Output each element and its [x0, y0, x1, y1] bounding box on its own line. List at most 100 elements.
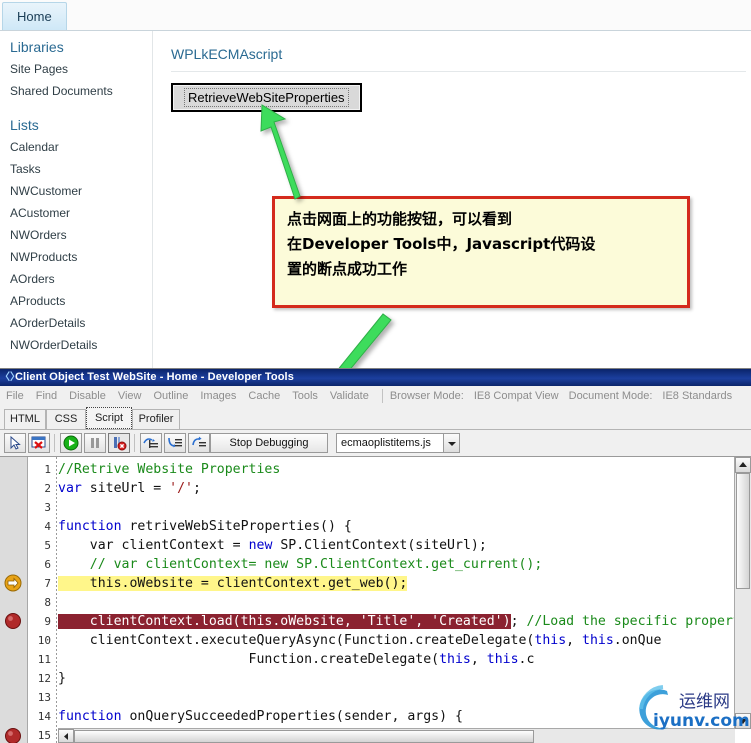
line-number: 1	[44, 463, 51, 476]
code-token: function	[58, 709, 122, 724]
code-token: var	[58, 481, 82, 496]
sidebar-item-nwproducts[interactable]: NWProducts	[0, 247, 152, 269]
retrieve-website-properties-button[interactable]: RetrieveWebSiteProperties	[171, 83, 362, 112]
sidebar-item-aproducts[interactable]: AProducts	[0, 291, 152, 313]
sidebar-item-tasks[interactable]: Tasks	[0, 159, 152, 181]
code-token: function	[58, 519, 122, 534]
stop-debugging-button[interactable]: Stop Debugging	[210, 433, 328, 453]
devtools-toolbar: Stop Debugging ecmaoplistitems.js	[0, 429, 751, 456]
line-number: 2	[44, 482, 51, 495]
sidebar-item-acustomer[interactable]: ACustomer	[0, 203, 152, 225]
menu-find[interactable]: Find	[30, 386, 63, 407]
code-line[interactable]: }	[58, 669, 66, 688]
step-out-button[interactable]	[188, 433, 210, 453]
tab-html[interactable]: HTML	[4, 409, 46, 429]
devtools-tabstrip: HTML CSS Script Profiler	[0, 407, 751, 429]
code-line[interactable]: this.oWebsite = clientContext.get_web();	[58, 574, 408, 593]
sidebar-item-site-pages[interactable]: Site Pages	[0, 59, 152, 81]
code-line[interactable]: clientContext.executeQueryAsync(Function…	[58, 631, 662, 650]
stop-debugging-icon-button[interactable]	[108, 433, 130, 453]
scroll-left-button[interactable]	[58, 729, 74, 743]
step-into-icon	[143, 438, 158, 448]
code-token: this	[534, 633, 567, 648]
tab-home[interactable]: Home	[2, 2, 67, 30]
breakpoint-gutter[interactable]	[0, 457, 28, 743]
webpart-title: WPLkECMAscript	[171, 46, 283, 62]
code-line[interactable]: clientContext.load(this.oWebsite, 'Title…	[58, 612, 751, 631]
menu-tools[interactable]: Tools	[286, 386, 324, 407]
script-file-name: ecmaoplistitems.js	[341, 437, 431, 449]
pause-icon	[91, 438, 99, 448]
code-token: }	[58, 671, 66, 686]
code-token: var clientContext =	[58, 538, 249, 553]
quick-launch-sidebar: Libraries Site Pages Shared Documents Li…	[0, 31, 153, 368]
step-over-button[interactable]	[164, 433, 186, 453]
browser-mode-value[interactable]: IE8 Compat View	[474, 386, 569, 407]
watermark-en-text: iyunv.com	[653, 711, 750, 731]
sidebar-item-aorders[interactable]: AOrders	[0, 269, 152, 291]
tab-script[interactable]: Script	[86, 407, 132, 429]
scroll-up-button[interactable]	[735, 457, 751, 473]
line-number-gutter: 1 2 3 4 5 6 7 8 9 10 11 12 13 14 15	[28, 457, 55, 743]
tab-profiler[interactable]: Profiler	[132, 409, 180, 429]
sidebar-item-nworders[interactable]: NWOrders	[0, 225, 152, 247]
sidebar-item-aorderdetails[interactable]: AOrderDetails	[0, 313, 152, 335]
code-line[interactable]: var siteUrl = '/';	[58, 479, 201, 498]
code-line[interactable]: function retriveWebSiteProperties() {	[58, 517, 352, 536]
menu-outline[interactable]: Outline	[147, 386, 194, 407]
breakpoint-icon[interactable]	[4, 612, 22, 630]
menu-disable[interactable]: Disable	[63, 386, 112, 407]
continue-button[interactable]	[60, 433, 82, 453]
sidebar-item-shared-documents[interactable]: Shared Documents	[0, 81, 152, 103]
vertical-scroll-thumb[interactable]	[736, 473, 750, 589]
line-number: 7	[44, 577, 51, 590]
step-into-button[interactable]	[140, 433, 162, 453]
horizontal-scroll-thumb[interactable]	[74, 730, 534, 743]
line-number: 13	[37, 691, 51, 704]
document-mode-label: Document Mode:	[568, 390, 653, 402]
menu-file[interactable]: File	[0, 386, 30, 407]
code-line[interactable]: function onQuerySucceededProperties(send…	[58, 707, 463, 726]
code-line[interactable]: var clientContext = new SP.ClientContext…	[58, 536, 487, 555]
watermark-cn-text: 运维网	[679, 692, 730, 712]
code-token: .c	[518, 652, 535, 667]
menu-validate[interactable]: Validate	[324, 386, 375, 407]
menu-images[interactable]: Images	[194, 386, 242, 407]
browser-mode-label: Browser Mode:	[389, 390, 464, 402]
sidebar-item-nworderdetails[interactable]: NWOrderDetails	[0, 335, 152, 357]
document-mode-value[interactable]: IE8 Standards	[662, 386, 742, 407]
step-out-icon	[192, 436, 206, 447]
code-token: ,	[470, 652, 487, 667]
toolbar-separator-2	[134, 434, 135, 452]
annotation-line-2: 在Developer Tools中，Javascript代码设	[287, 235, 596, 253]
clear-cache-icon	[31, 436, 46, 449]
line-number: 4	[44, 520, 51, 533]
code-token: this	[439, 652, 471, 667]
retrieve-website-properties-label: RetrieveWebSiteProperties	[184, 88, 349, 107]
breakpoint-icon-2[interactable]	[4, 727, 22, 743]
break-all-button[interactable]	[84, 433, 106, 453]
script-file-dropdown[interactable]: ecmaoplistitems.js	[336, 433, 460, 453]
line-number: 8	[44, 596, 51, 609]
tab-css[interactable]: CSS	[46, 409, 86, 429]
devtools-title-text: Client Object Test WebSite - Home - Deve…	[15, 371, 294, 383]
code-line[interactable]: // var clientContext= new SP.ClientConte…	[58, 555, 543, 574]
line-number: 6	[44, 558, 51, 571]
menu-cache[interactable]: Cache	[242, 386, 286, 407]
chevron-down-icon[interactable]	[443, 434, 459, 452]
select-element-button[interactable]	[4, 433, 26, 453]
code-line[interactable]: //Retrive Website Properties	[58, 460, 280, 479]
clear-browser-cache-button[interactable]	[28, 433, 50, 453]
webpart-divider	[171, 71, 746, 72]
line-number: 15	[37, 729, 51, 742]
code-line[interactable]: Function.createDelegate(this, this.c	[58, 650, 535, 669]
sidebar-item-calendar[interactable]: Calendar	[0, 137, 152, 159]
code-token: ;	[193, 481, 201, 496]
caret-left-icon	[64, 733, 68, 740]
developer-tools-window: 〈〉Client Object Test WebSite - Home - De…	[0, 368, 751, 743]
cursor-arrow-icon	[10, 435, 21, 450]
menu-view[interactable]: View	[112, 386, 148, 407]
gutter-dotted-divider	[56, 457, 57, 743]
line-number: 14	[37, 710, 51, 723]
sidebar-item-nwcustomer[interactable]: NWCustomer	[0, 181, 152, 203]
